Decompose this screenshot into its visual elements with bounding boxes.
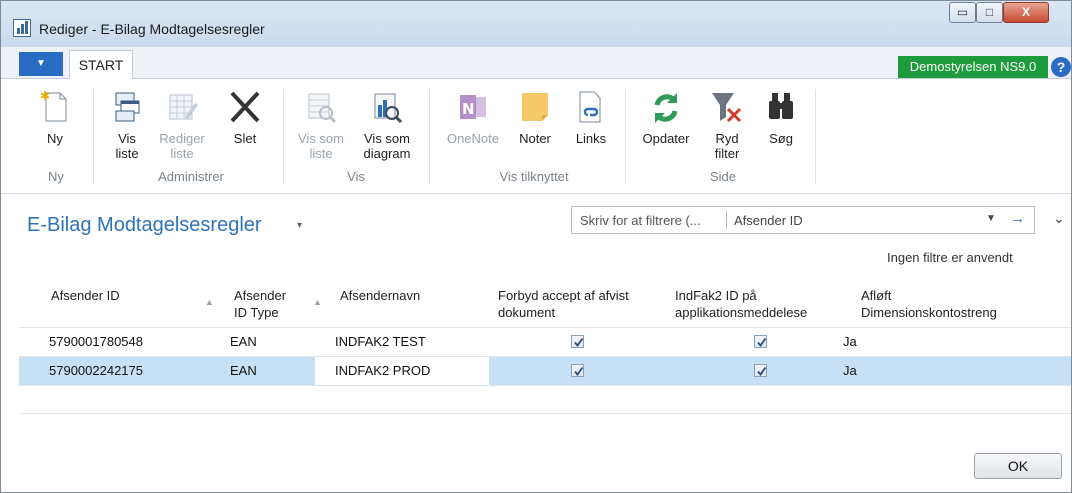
- company-badge[interactable]: Demostyrelsen NS9.0: [898, 56, 1048, 78]
- group-separator: [815, 89, 816, 184]
- refresh-icon: [649, 89, 683, 125]
- cell-sender-id-type: EAN: [230, 363, 257, 378]
- clear-filter-button[interactable]: Ryd filter: [705, 89, 749, 161]
- checkbox-indfak2-id[interactable]: [754, 335, 767, 348]
- cell-sender-id: 5790001780548: [49, 334, 143, 349]
- edit-list-button[interactable]: Rediger liste: [157, 89, 207, 161]
- view-as-chart-label: Vis som diagram: [363, 131, 411, 161]
- title-bar: Rediger - E-Bilag Modtagelsesregler ▭ □ …: [1, 1, 1071, 47]
- binoculars-icon: [764, 89, 798, 125]
- svg-text:N: N: [462, 100, 475, 118]
- row-divider: [19, 385, 1071, 386]
- new-button[interactable]: ✱ Ny: [35, 89, 75, 146]
- ribbon-tab-bar: ▼ START Demostyrelsen NS9.0 ?: [1, 47, 1071, 80]
- minimize-button[interactable]: ▭: [949, 2, 976, 23]
- group-label-new: Ny: [48, 169, 64, 184]
- links-label: Links: [575, 131, 607, 146]
- delete-x-icon: [228, 89, 262, 125]
- checkbox-forbid-accept[interactable]: [571, 335, 584, 348]
- filter-go-arrow-icon[interactable]: →: [1010, 210, 1025, 227]
- window-title: Rediger - E-Bilag Modtagelsesregler: [39, 21, 265, 37]
- group-separator: [429, 89, 430, 184]
- page-title: E-Bilag Modtagelsesregler: [27, 214, 262, 236]
- onenote-icon: N: [456, 89, 490, 125]
- group-separator: [625, 89, 626, 184]
- group-label-view: Vis: [347, 169, 365, 184]
- group-separator: [283, 89, 284, 184]
- ribbon: ✱ Ny Vis liste Rediger liste Slet Vis so…: [1, 79, 1071, 194]
- cell-sender-id: 5790002242175: [49, 363, 143, 378]
- sort-arrow-icon: ▲: [313, 297, 322, 307]
- sort-arrow-icon: ▲: [205, 297, 214, 307]
- view-as-chart-button[interactable]: Vis som diagram: [357, 89, 417, 161]
- links-button[interactable]: Links: [569, 89, 613, 146]
- filter-status: Ingen filtre er anvendt: [887, 250, 1013, 265]
- tab-start[interactable]: START: [69, 50, 133, 80]
- table-row-selected[interactable]: 5790002242175 EAN INDFAK2 PROD Ja: [19, 357, 1071, 385]
- notes-button[interactable]: Noter: [513, 89, 557, 146]
- group-separator: [93, 89, 94, 184]
- clear-filter-label: Ryd filter: [714, 131, 740, 161]
- cell-sender-name: INDFAK2 TEST: [335, 334, 426, 349]
- view-list-icon: [110, 89, 144, 125]
- close-button[interactable]: X: [1003, 2, 1049, 23]
- chart-magnifier-icon: [370, 89, 404, 125]
- column-header-sender-id-type[interactable]: Afsender ID Type: [234, 287, 286, 321]
- column-header-sender-id[interactable]: Afsender ID: [51, 287, 120, 304]
- search-label: Søg: [769, 131, 793, 146]
- row-divider: [19, 413, 1071, 414]
- view-as-list-label: Vis som liste: [298, 131, 344, 161]
- group-label-manage: Administrer: [158, 169, 224, 184]
- cell-dimension-string: Ja: [843, 363, 857, 378]
- onenote-button[interactable]: N OneNote: [439, 89, 507, 146]
- refresh-button[interactable]: Opdater: [635, 89, 697, 146]
- maximize-button[interactable]: □: [976, 2, 1003, 23]
- cell-sender-id-type: EAN: [230, 334, 257, 349]
- help-icon[interactable]: ?: [1051, 57, 1071, 77]
- edit-list-icon: [165, 89, 199, 125]
- document-link-icon: [574, 89, 608, 125]
- svg-text:✱: ✱: [40, 89, 50, 103]
- title-dropdown-icon[interactable]: ▾: [297, 220, 302, 231]
- new-button-label: Ny: [47, 131, 63, 146]
- group-label-page: Side: [709, 169, 737, 184]
- ok-button[interactable]: OK: [974, 453, 1062, 479]
- column-header-forbid-accept[interactable]: Forbyd accept af afvist dokument: [498, 287, 629, 321]
- cell-dimension-string: Ja: [843, 334, 857, 349]
- expand-filter-chevron-icon[interactable]: ⌄: [1053, 210, 1065, 227]
- search-button[interactable]: Søg: [759, 89, 803, 146]
- application-menu-button[interactable]: ▼: [19, 52, 63, 76]
- notes-label: Noter: [519, 131, 551, 146]
- refresh-label: Opdater: [642, 131, 690, 146]
- column-header-sender-name[interactable]: Afsendernavn: [340, 287, 420, 304]
- filter-dropdown-icon[interactable]: ▼: [986, 213, 996, 224]
- view-list-button[interactable]: Vis liste: [105, 89, 149, 161]
- view-as-list-button[interactable]: Vis som liste: [293, 89, 349, 161]
- checkbox-indfak2-id[interactable]: [754, 364, 767, 377]
- sticky-note-icon: [518, 89, 552, 125]
- checkbox-forbid-accept[interactable]: [571, 364, 584, 377]
- group-label-view-related: Vis tilknyttet: [499, 169, 569, 184]
- clear-filter-icon: [710, 89, 744, 125]
- filter-field-selector[interactable]: Afsender ID: [734, 213, 803, 228]
- delete-button[interactable]: Slet: [225, 89, 265, 146]
- edit-list-label: Rediger liste: [159, 131, 205, 161]
- dialog-window: Rediger - E-Bilag Modtagelsesregler ▭ □ …: [0, 0, 1072, 493]
- column-header-indfak2-id[interactable]: IndFak2 ID på applikationsmeddelese: [675, 287, 807, 321]
- cell-sender-name[interactable]: INDFAK2 PROD: [335, 363, 430, 378]
- onenote-label: OneNote: [446, 131, 500, 146]
- delete-label: Slet: [233, 131, 257, 146]
- filter-input[interactable]: Skriv for at filtrere (...: [580, 213, 701, 228]
- column-header-dimension-string[interactable]: Afløft Dimensionskontostreng: [861, 287, 997, 321]
- app-chart-icon: [13, 19, 31, 37]
- table-row[interactable]: 5790001780548 EAN INDFAK2 TEST Ja: [19, 328, 1071, 356]
- view-list-label: Vis liste: [115, 131, 139, 161]
- filter-box: Skriv for at filtrere (... Afsender ID ▼…: [571, 206, 1035, 234]
- new-document-icon: ✱: [38, 89, 72, 125]
- list-magnifier-icon: [304, 89, 338, 125]
- filter-separator: [726, 211, 727, 229]
